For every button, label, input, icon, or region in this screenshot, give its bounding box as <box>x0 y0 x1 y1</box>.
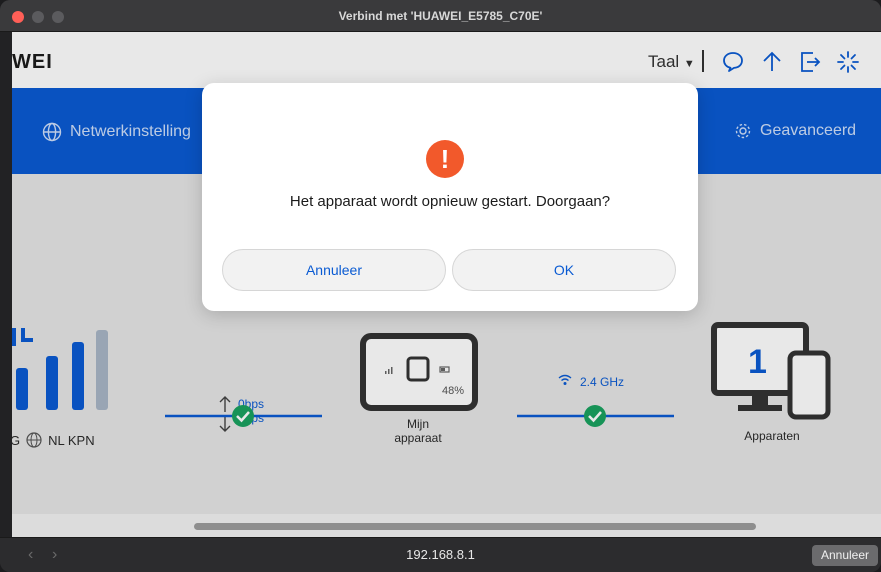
restart-confirm-dialog: ! Het apparaat wordt opnieuw gestart. Do… <box>202 83 698 311</box>
browser-window: Verbind met 'HUAWEI_E5785_C70E' WEI Taal… <box>0 0 881 572</box>
address-bar: ‹ › 192.168.8.1 Annuleer <box>0 537 881 572</box>
background-window-edge <box>0 32 12 537</box>
ok-button[interactable]: OK <box>452 249 676 291</box>
window-title: Verbind met 'HUAWEI_E5785_C70E' <box>338 9 543 23</box>
title-bar: Verbind met 'HUAWEI_E5785_C70E' <box>0 0 881 32</box>
cancel-load-button[interactable]: Annuleer <box>812 545 878 566</box>
warning-icon: ! <box>426 140 464 178</box>
dialog-message: Het apparaat wordt opnieuw gestart. Door… <box>289 193 611 210</box>
url-field[interactable]: 192.168.8.1 <box>0 547 881 562</box>
cancel-button[interactable]: Annuleer <box>222 249 446 291</box>
